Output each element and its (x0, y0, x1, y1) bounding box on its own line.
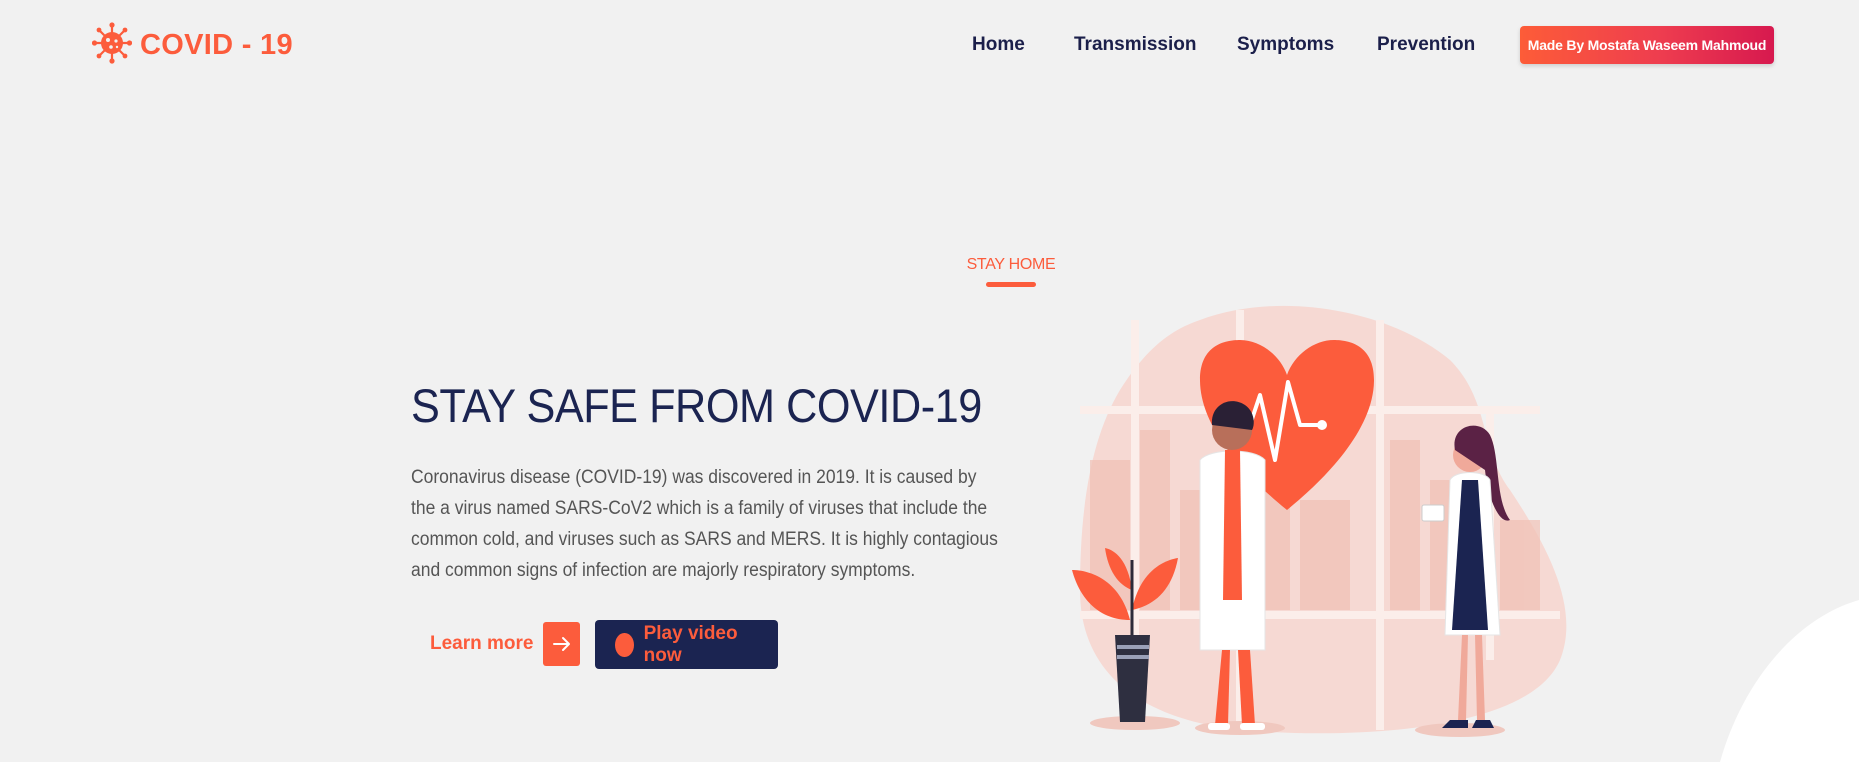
hero-title: STAY SAFE FROM COVID-19 (411, 379, 982, 432)
nav-item-home[interactable]: Home (972, 30, 1025, 60)
hero-description: Coronavirus disease (COVID-19) was disco… (411, 467, 998, 581)
learn-more-button[interactable]: Learn more (430, 622, 581, 666)
section-eyebrow: STAY HOME (966, 256, 1056, 273)
eyebrow-underline (986, 282, 1036, 287)
learn-more-label: Learn more (430, 633, 534, 654)
play-video-button[interactable]: Play video now (595, 620, 778, 669)
made-by-button[interactable]: Made By Mostafa Waseem Mahmoud (1520, 26, 1774, 64)
virus-icon (91, 21, 133, 70)
play-dot-icon (615, 632, 634, 657)
arrow-right-icon (543, 622, 581, 666)
nav-item-transmission[interactable]: Transmission (1074, 30, 1197, 60)
nav-item-prevention[interactable]: Prevention (1377, 30, 1475, 60)
doctors-illustration (1072, 305, 1567, 737)
logo-text: COVID - 19 (140, 28, 293, 61)
play-video-label: Play video now (643, 622, 738, 666)
logo[interactable]: COVID - 19 (91, 21, 293, 70)
nav-item-symptoms[interactable]: Symptoms (1237, 30, 1334, 60)
